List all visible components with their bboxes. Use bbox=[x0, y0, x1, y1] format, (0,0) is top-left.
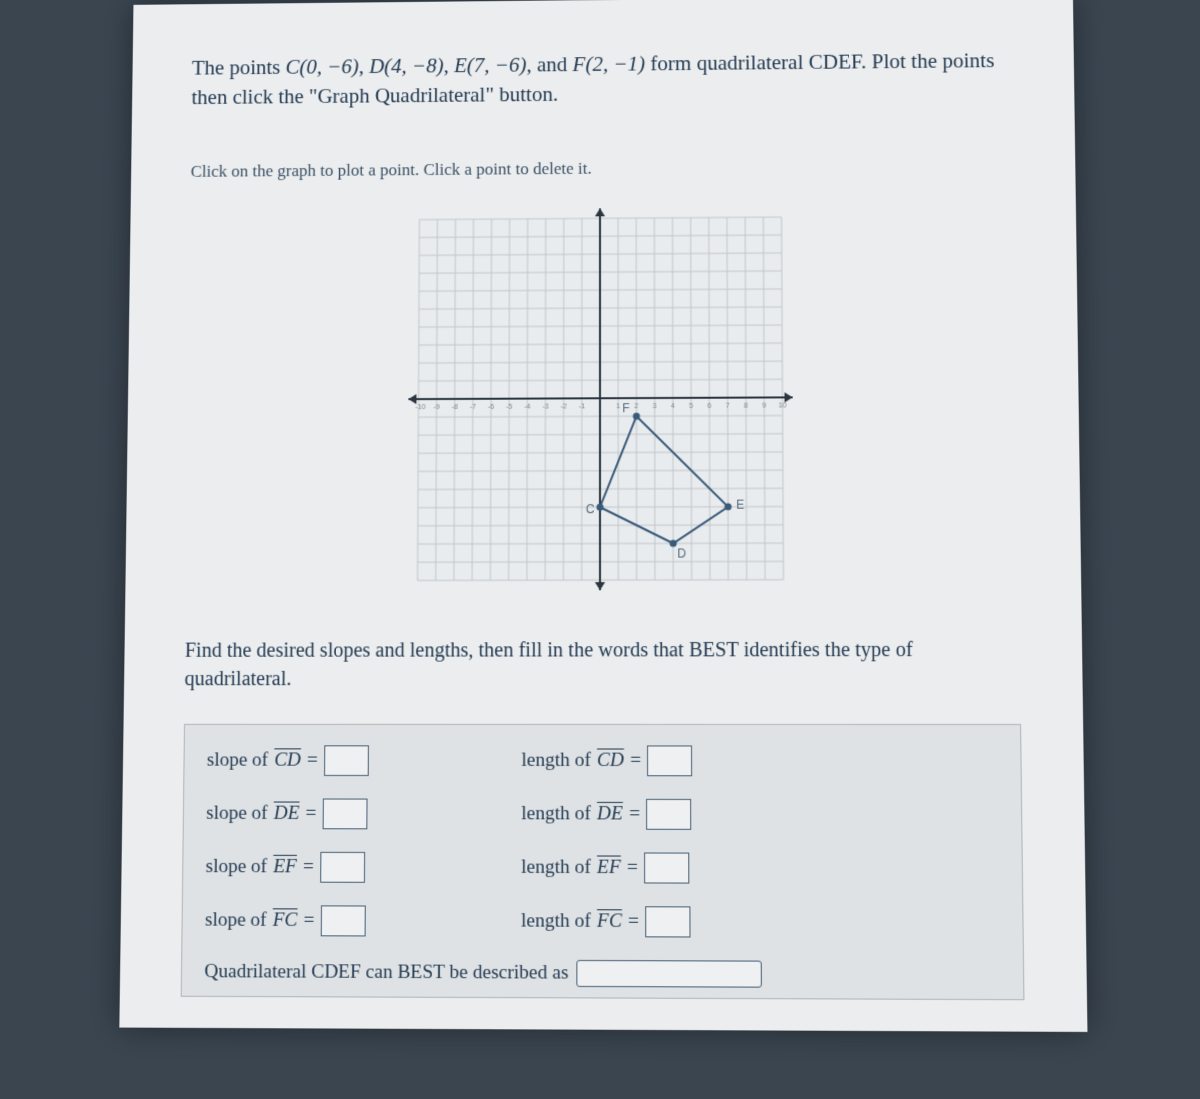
length-fc-input[interactable] bbox=[645, 906, 690, 937]
slope-cd-input[interactable] bbox=[324, 745, 369, 776]
text: The points bbox=[192, 55, 286, 79]
quadrilateral-type-input[interactable] bbox=[577, 960, 763, 988]
answer-row: slope of EF = length of EF = bbox=[205, 851, 999, 884]
equals: = bbox=[303, 856, 314, 879]
svg-text:5: 5 bbox=[689, 403, 693, 410]
svg-text:D: D bbox=[677, 546, 686, 560]
conclusion-label: Quadrilateral CDEF can BEST be described… bbox=[204, 961, 568, 985]
problem-statement: The points C(0, −6), D(4, −8), E(7, −6),… bbox=[191, 45, 1013, 113]
label: length of bbox=[521, 910, 591, 933]
slope-ef-input[interactable] bbox=[320, 852, 365, 883]
segment: EF bbox=[273, 856, 297, 879]
slope-de-input[interactable] bbox=[322, 798, 367, 829]
svg-text:3: 3 bbox=[653, 403, 657, 410]
svg-text:-10: -10 bbox=[415, 404, 425, 411]
equals: = bbox=[303, 909, 314, 932]
svg-text:-8: -8 bbox=[452, 404, 458, 411]
answer-row: slope of CD = length of CD = bbox=[207, 745, 998, 776]
svg-text:8: 8 bbox=[744, 402, 748, 409]
svg-text:6: 6 bbox=[707, 403, 711, 410]
label: length of bbox=[521, 856, 591, 879]
length-cd-input[interactable] bbox=[647, 745, 692, 776]
label: slope of bbox=[207, 749, 269, 771]
answer-row: slope of FC = length of FC = bbox=[205, 905, 1000, 938]
equals: = bbox=[629, 803, 640, 826]
conclusion-row: Quadrilateral CDEF can BEST be described… bbox=[204, 959, 1000, 989]
after-graph-instruction: Find the desired slopes and lengths, the… bbox=[184, 635, 1020, 693]
point-D: D(4, −8) bbox=[369, 54, 444, 78]
svg-text:-5: -5 bbox=[506, 404, 512, 411]
label: slope of bbox=[206, 802, 268, 825]
slope-fc-input[interactable] bbox=[320, 905, 365, 936]
svg-text:7: 7 bbox=[726, 403, 730, 410]
graph-instruction: Click on the graph to plot a point. Clic… bbox=[191, 155, 1015, 181]
segment: FC bbox=[273, 909, 298, 932]
point-E: E(7, −6) bbox=[454, 53, 526, 77]
svg-text:10: 10 bbox=[779, 402, 787, 409]
svg-text:4: 4 bbox=[671, 403, 675, 410]
segment: FC bbox=[597, 910, 622, 933]
point-C: C(0, −6) bbox=[285, 54, 358, 78]
label: slope of bbox=[205, 856, 267, 879]
svg-text:E: E bbox=[736, 497, 744, 511]
answers-panel: slope of CD = length of CD = slope of DE bbox=[181, 724, 1025, 1000]
label: slope of bbox=[205, 909, 267, 932]
segment: CD bbox=[274, 749, 301, 771]
equals: = bbox=[305, 802, 316, 825]
svg-text:-9: -9 bbox=[433, 404, 439, 411]
segment: DE bbox=[274, 802, 300, 825]
svg-text:1: 1 bbox=[616, 403, 620, 410]
equals: = bbox=[307, 749, 318, 771]
svg-text:-1: -1 bbox=[579, 403, 585, 410]
coordinate-graph[interactable]: 1 2 3 4 5 6 7 8 9 10 -1 -2 -3 -4 -5 -6 -7 -8 -9 -10 C D E bbox=[397, 197, 804, 601]
equals: = bbox=[628, 910, 639, 933]
svg-text:F: F bbox=[622, 401, 629, 415]
segment: EF bbox=[597, 856, 621, 879]
equals: = bbox=[630, 749, 641, 772]
segment: CD bbox=[597, 749, 624, 772]
answer-row: slope of DE = length of DE = bbox=[206, 798, 999, 830]
svg-text:-4: -4 bbox=[524, 403, 530, 410]
svg-text:-3: -3 bbox=[542, 403, 548, 410]
svg-text:-2: -2 bbox=[560, 403, 566, 410]
label: length of bbox=[521, 749, 591, 772]
length-ef-input[interactable] bbox=[644, 852, 689, 883]
label: length of bbox=[521, 803, 591, 826]
svg-text:-6: -6 bbox=[488, 404, 494, 411]
problem-page: The points C(0, −6), D(4, −8), E(7, −6),… bbox=[119, 0, 1087, 1032]
svg-text:2: 2 bbox=[634, 403, 638, 410]
segment: DE bbox=[597, 803, 623, 826]
svg-text:-7: -7 bbox=[470, 404, 476, 411]
equals: = bbox=[627, 856, 638, 879]
svg-text:9: 9 bbox=[762, 402, 766, 409]
length-de-input[interactable] bbox=[646, 799, 691, 830]
svg-text:C: C bbox=[586, 502, 595, 516]
point-F: F(2, −1) bbox=[573, 52, 646, 76]
